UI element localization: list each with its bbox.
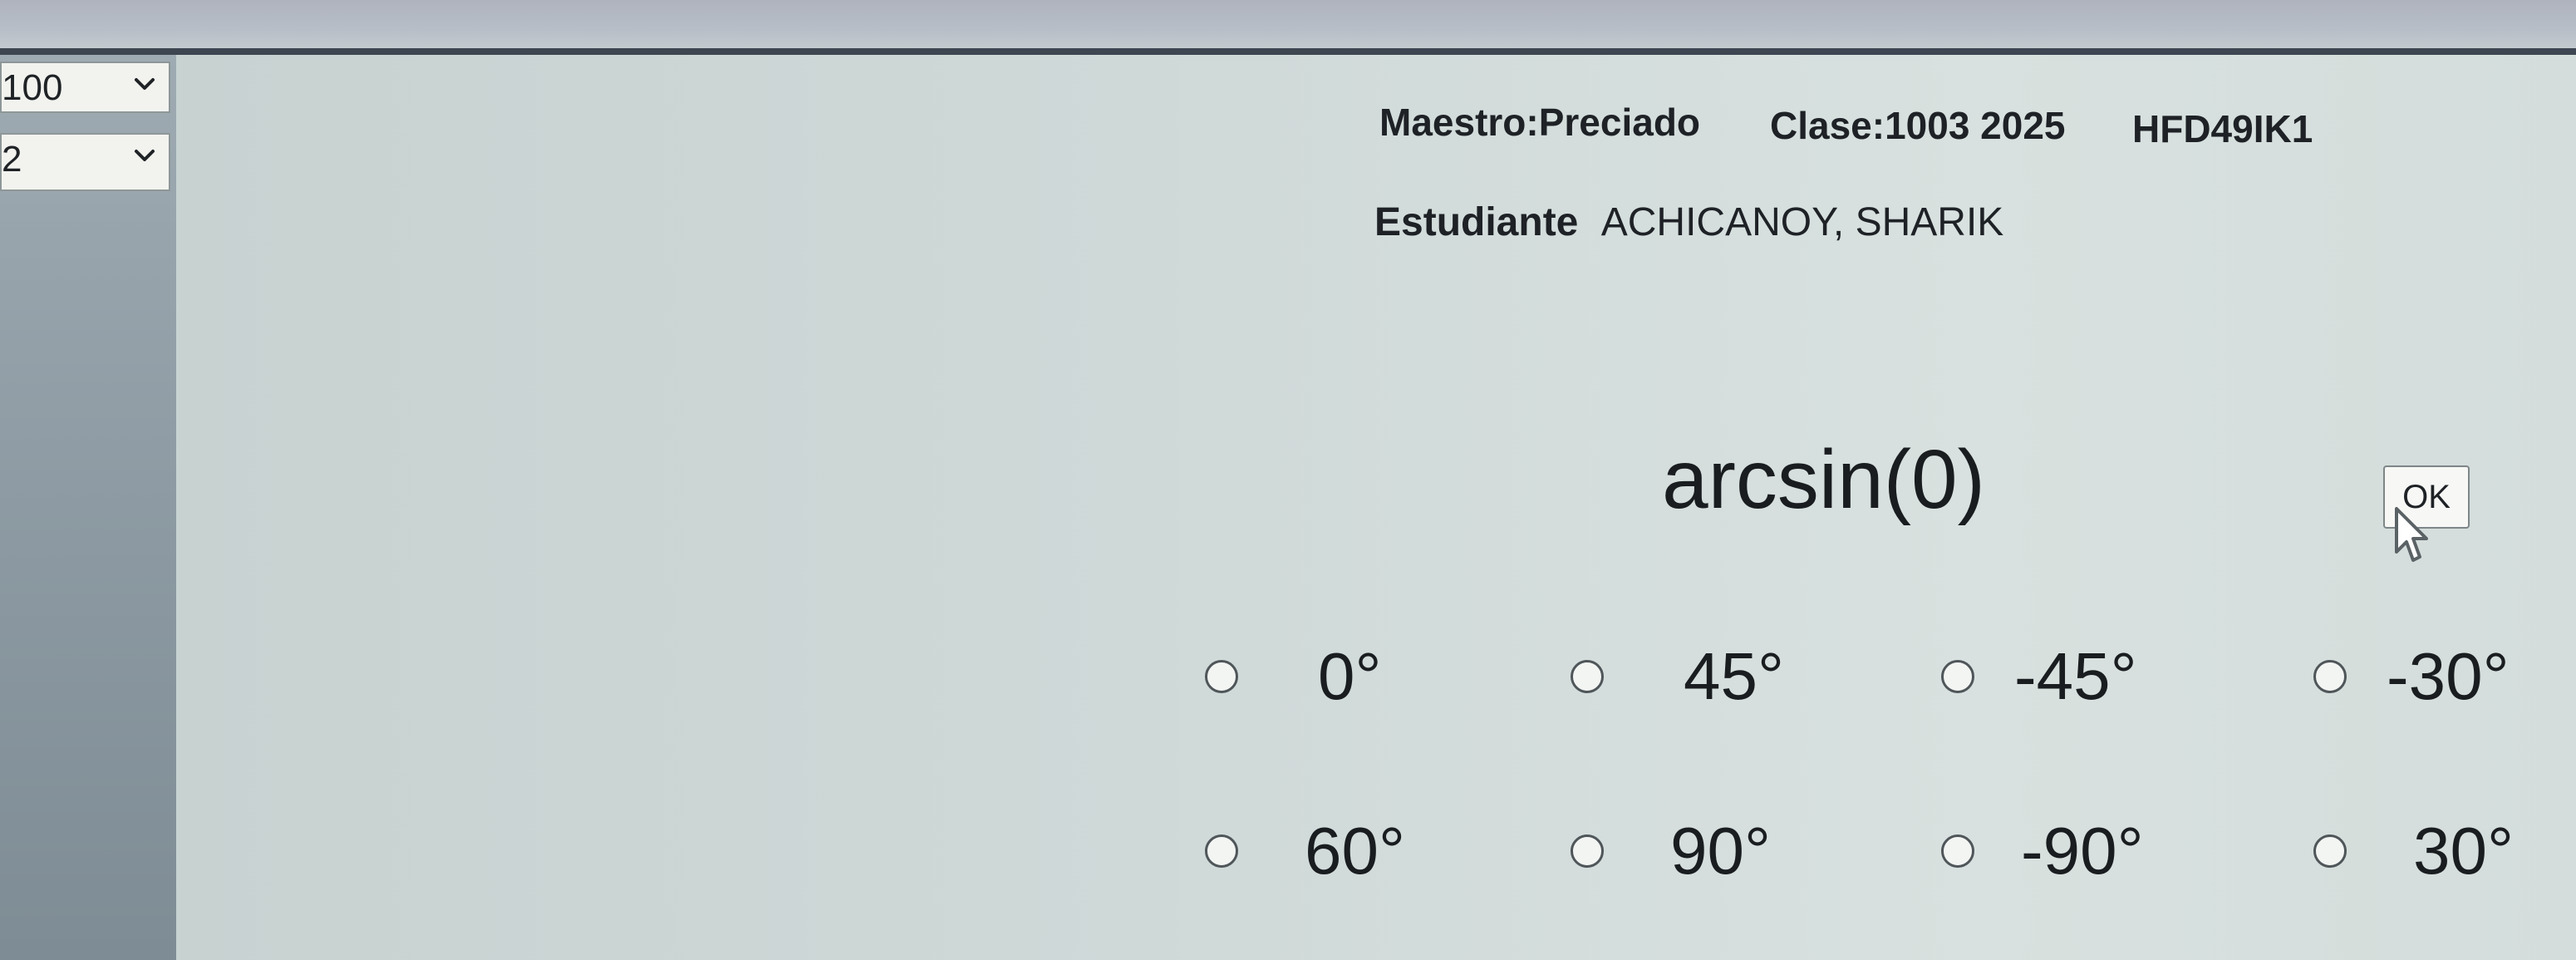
page-size-select[interactable]: 100 (0, 62, 170, 113)
answer-option[interactable]: 30° (2313, 813, 2514, 889)
radio-button[interactable] (1941, 834, 1974, 868)
teacher-label: Maestro:Preciado (1379, 101, 1701, 144)
chevron-down-icon (135, 150, 155, 161)
radio-button[interactable] (1205, 834, 1238, 868)
page-number-select-value: 2 (2, 139, 22, 180)
radio-button[interactable] (1941, 660, 1974, 693)
answer-option-label: 60° (1305, 814, 1405, 888)
page-number-select[interactable]: 2 (0, 133, 170, 191)
exam-code: HFD49IK1 (2132, 107, 2313, 150)
radio-button[interactable] (1571, 834, 1604, 868)
answer-option-label: 45° (1684, 639, 1784, 713)
student-name: ACHICANOY, SHARIK (1600, 200, 2004, 244)
student-label: Estudiante (1374, 200, 1579, 244)
radio-button[interactable] (2313, 660, 2347, 693)
answer-option[interactable]: -90° (1941, 813, 2144, 889)
chevron-down-icon (135, 78, 155, 90)
answer-option-label: 0° (1318, 639, 1382, 713)
answer-option[interactable]: -45° (1941, 638, 2137, 715)
radio-button[interactable] (1205, 660, 1238, 693)
answer-option-label: -90° (2021, 814, 2144, 888)
top-strip (0, 0, 2576, 50)
answer-option[interactable]: 90° (1571, 813, 1771, 889)
class-label: Clase:1003 2025 (1770, 104, 2066, 147)
top-divider (0, 48, 2576, 55)
radio-button[interactable] (1571, 660, 1604, 693)
question-text: arcsin(0) (1662, 433, 1985, 526)
answer-option-label: 30° (2413, 814, 2514, 888)
answer-option[interactable]: 45° (1571, 638, 1784, 715)
mouse-pointer-icon (2395, 507, 2428, 562)
answer-option-label: -45° (2014, 639, 2137, 713)
answer-option[interactable]: 0° (1205, 638, 1381, 715)
radio-button[interactable] (2313, 834, 2347, 868)
answer-option[interactable]: 60° (1205, 813, 1405, 889)
student-info: Estudiante ACHICANOY, SHARIK (1374, 199, 2003, 245)
answer-option[interactable]: -30° (2313, 638, 2510, 715)
answer-option-label: 90° (1670, 814, 1771, 888)
answer-option-label: -30° (2387, 639, 2510, 713)
page-size-select-value: 100 (2, 67, 63, 108)
